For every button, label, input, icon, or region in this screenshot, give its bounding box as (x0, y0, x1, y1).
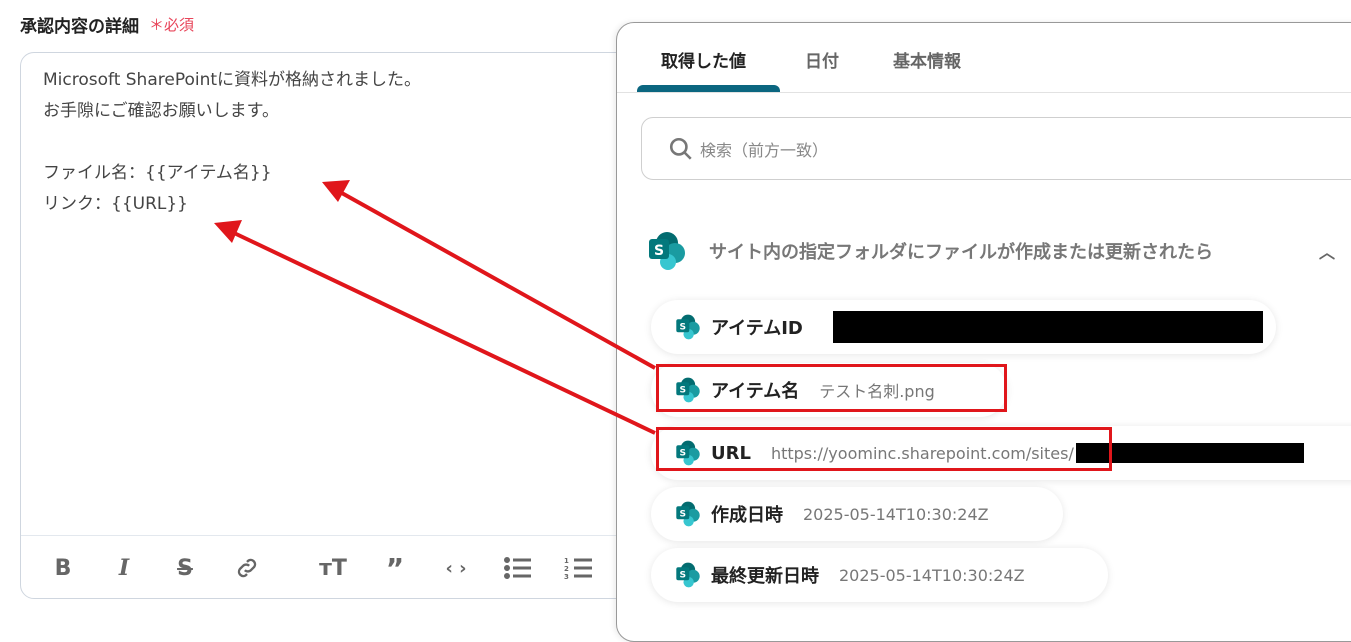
code-icon[interactable]: ‹ › (442, 554, 470, 582)
chevron-up-icon[interactable]: ︿ (1319, 239, 1335, 263)
italic-icon[interactable]: I (110, 554, 138, 582)
svg-text:1: 1 (564, 557, 569, 565)
message-editor[interactable]: Microsoft SharePointに資料が格納されました。 お手隙にご確認… (20, 52, 640, 599)
editor-toolbar: B I S ᴛT ” ‹ › 123 (21, 535, 639, 599)
search-input[interactable]: 検索（前方一致） (641, 117, 1351, 180)
variable-chip[interactable]: S 作成日時 2025-05-14T10:30:24Z (651, 487, 1063, 541)
sharepoint-icon: S (675, 501, 701, 527)
variable-value: 2025-05-14T10:30:24Z (839, 565, 1025, 585)
link-icon[interactable] (233, 554, 261, 582)
sharepoint-icon: S (675, 562, 701, 588)
search-icon (669, 137, 692, 160)
tab-divider (617, 92, 1351, 93)
highlight-url (656, 427, 1112, 471)
variable-chip[interactable]: S 最終更新日時 2025-05-14T10:30:24Z (651, 548, 1108, 602)
svg-text:S: S (654, 243, 664, 259)
tab-basic-info[interactable]: 基本情報 (893, 47, 961, 72)
text-size-icon[interactable]: ᴛT (319, 554, 347, 582)
variable-chip[interactable]: S アイテムID (651, 300, 1276, 354)
variable-key: 最終更新日時 (711, 566, 819, 587)
trigger-section-header[interactable]: S サイト内の指定フォルダにファイルが作成または更新されたら ︿ (647, 231, 1335, 271)
bold-icon[interactable]: B (49, 554, 77, 582)
section-title: サイト内の指定フォルダにファイルが作成または更新されたら (709, 242, 1213, 263)
variable-key: アイテムID (711, 318, 803, 339)
tab-date[interactable]: 日付 (805, 47, 839, 72)
field-title: 承認内容の詳細 ＊必須 (20, 12, 194, 37)
variable-value: 2025-05-14T10:30:24Z (803, 504, 989, 524)
editor-content[interactable]: Microsoft SharePointに資料が格納されました。 お手隙にご確認… (43, 65, 421, 220)
quote-icon[interactable]: ” (381, 552, 409, 585)
sharepoint-icon: S (647, 231, 687, 271)
svg-text:2: 2 (564, 565, 569, 573)
strikethrough-icon[interactable]: S (171, 554, 199, 582)
redacted-value (832, 311, 1263, 343)
highlight-item-name (656, 364, 1007, 412)
required-badge: ＊必須 (149, 16, 195, 34)
numbered-list-icon[interactable]: 123 (564, 554, 592, 582)
svg-text:3: 3 (564, 573, 569, 580)
variable-key: 作成日時 (711, 505, 783, 526)
bullet-list-icon[interactable] (503, 554, 531, 582)
tab-acquired-values[interactable]: 取得した値 (661, 47, 746, 72)
field-label: 承認内容の詳細 (20, 17, 139, 37)
svg-text:S: S (680, 323, 687, 333)
active-tab-indicator (637, 85, 780, 92)
sharepoint-icon: S (675, 314, 701, 340)
svg-text:S: S (680, 571, 687, 581)
svg-text:S: S (680, 510, 687, 520)
search-placeholder: 検索（前方一致） (700, 140, 829, 160)
